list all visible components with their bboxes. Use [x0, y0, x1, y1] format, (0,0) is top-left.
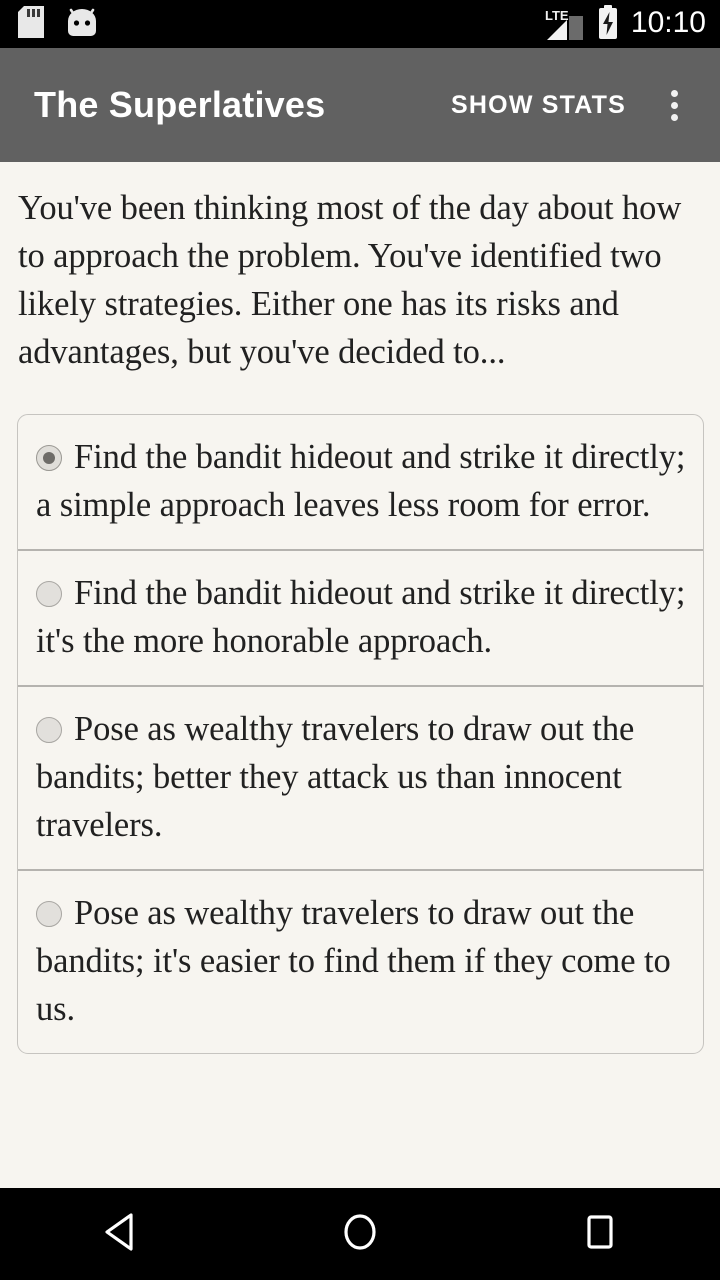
main-content: You've been thinking most of the day abo… — [0, 162, 720, 1188]
option-4-row-content: Pose as wealthy travelers to draw out th… — [36, 889, 687, 1033]
back-button[interactable] — [60, 1188, 180, 1280]
signal-icon: LTE — [545, 7, 585, 41]
more-vert-icon[interactable] — [646, 77, 702, 133]
option-2-row-content: Find the bandit hideout and strike it di… — [36, 569, 687, 665]
choice-option-2[interactable]: Find the bandit hideout and strike it di… — [18, 549, 703, 685]
show-stats-button[interactable]: SHOW STATS — [437, 79, 640, 132]
home-button[interactable] — [300, 1188, 420, 1280]
app-title: The Superlatives — [34, 84, 326, 125]
option-1-label: Find the bandit hideout and strike it di… — [36, 438, 686, 524]
radio-button-unselected[interactable] — [36, 581, 62, 607]
app-bar: The Superlatives SHOW STATS — [0, 48, 720, 162]
choice-option-3[interactable]: Pose as wealthy travelers to draw out th… — [18, 685, 703, 869]
option-2-label: Find the bandit hideout and strike it di… — [36, 574, 686, 660]
phone-screen: LTE 10:10 The Superlatives SHOW STATS Yo… — [0, 0, 720, 1280]
option-3-row-content: Pose as wealthy travelers to draw out th… — [36, 705, 687, 849]
android-head-icon — [66, 7, 98, 42]
option-4-label: Pose as wealthy travelers to draw out th… — [36, 894, 671, 1028]
story-text: You've been thinking most of the day abo… — [18, 189, 682, 371]
radio-button-unselected[interactable] — [36, 717, 62, 743]
android-navigation-bar — [0, 1188, 720, 1280]
status-bar: LTE 10:10 — [0, 0, 720, 48]
status-bar-left-icons — [18, 5, 98, 43]
status-bar-clock: 10:10 — [630, 6, 706, 39]
choices-card: Find the bandit hideout and strike it di… — [17, 414, 704, 1054]
status-bar-right-icons: LTE 10:10 — [545, 4, 706, 44]
radio-button-unselected[interactable] — [36, 901, 62, 927]
choice-option-4[interactable]: Pose as wealthy travelers to draw out th… — [18, 869, 703, 1053]
battery-charging-icon — [597, 4, 619, 44]
home-circle-icon — [340, 1211, 380, 1258]
svg-text:LTE: LTE — [545, 8, 569, 23]
app-bar-actions: SHOW STATS — [437, 77, 710, 133]
sd-card-icon — [18, 5, 44, 43]
option-1-row-content: Find the bandit hideout and strike it di… — [36, 433, 687, 529]
recents-square-icon — [581, 1211, 619, 1258]
radio-button-selected[interactable] — [36, 445, 62, 471]
option-3-label: Pose as wealthy travelers to draw out th… — [36, 710, 635, 844]
recents-button[interactable] — [540, 1188, 660, 1280]
choice-option-1[interactable]: Find the bandit hideout and strike it di… — [18, 415, 703, 549]
back-triangle-icon — [101, 1211, 139, 1258]
